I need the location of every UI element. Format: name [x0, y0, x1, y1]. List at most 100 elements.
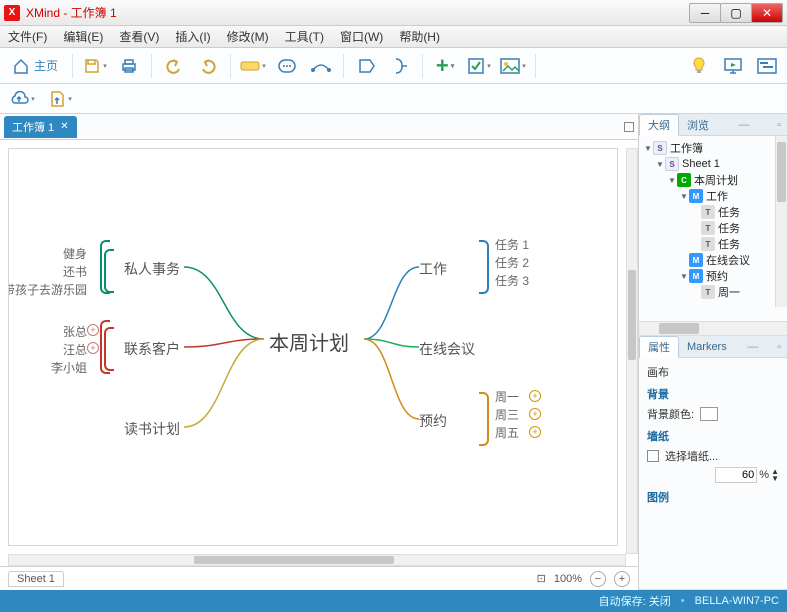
tree-twisty-icon[interactable]: ▼ [679, 192, 689, 201]
sub-topic[interactable]: 任务 3 [495, 272, 529, 289]
sub-topic[interactable]: 还书 [63, 263, 87, 280]
main-toolbar: 主页 ▾ ▾ +▾ ▾ ▾ [0, 48, 787, 84]
expand-icon[interactable]: + [529, 426, 541, 438]
menu-item[interactable]: 文件(F) [4, 27, 51, 46]
expand-icon[interactable]: + [87, 342, 99, 354]
menu-item[interactable]: 工具(T) [281, 27, 328, 46]
zoom-in-button[interactable]: + [614, 571, 630, 587]
close-button[interactable]: ✕ [751, 3, 783, 23]
tree-twisty-icon[interactable]: ▼ [679, 272, 689, 281]
outline-tree[interactable]: ▼S工作簿▼SSheet 1▼C本周计划▼M工作T任务T任务T任务M在线会议▼M… [639, 136, 787, 321]
central-topic[interactable]: 本周计划 [269, 327, 349, 356]
zoom-fit-icon[interactable]: ⊡ [537, 572, 546, 585]
tree-row[interactable]: ▼SSheet 1 [641, 156, 785, 172]
tree-row[interactable]: ▼M工作 [641, 188, 785, 204]
wallpaper-select-label[interactable]: 选择墙纸... [665, 448, 718, 464]
maximize-button[interactable]: ▢ [720, 3, 752, 23]
menu-item[interactable]: 修改(M) [223, 27, 273, 46]
menu-item[interactable]: 插入(I) [171, 27, 214, 46]
relation-button[interactable] [307, 52, 335, 80]
tree-horizontal-scrollbar[interactable] [639, 321, 787, 335]
opacity-input[interactable] [715, 467, 757, 483]
sub-topic[interactable]: 带孩子去游乐园 [8, 281, 87, 298]
home-button[interactable]: 主页 [6, 52, 64, 80]
menu-item[interactable]: 窗口(W) [336, 27, 387, 46]
main-topic[interactable]: 在线会议 [419, 339, 475, 359]
mindmap-canvas[interactable]: 本周计划私人事务联系客户读书计划健身还书带孩子去游乐园+张总+汪总李小姐工作任务… [8, 148, 618, 546]
horizontal-scrollbar[interactable] [8, 554, 626, 566]
expand-icon[interactable]: + [87, 324, 99, 336]
panel-collapse-icon[interactable]: — [733, 119, 756, 131]
note-button[interactable] [273, 52, 301, 80]
export-button[interactable]: ▾ [46, 85, 74, 113]
browse-tab[interactable]: 浏览 [679, 115, 717, 135]
sub-topic[interactable]: 张总 [63, 323, 87, 340]
tree-node-icon: S [653, 141, 667, 155]
tree-row[interactable]: T任务 [641, 236, 785, 252]
sub-topic[interactable]: 周五 [495, 424, 519, 441]
sheet-tab[interactable]: Sheet 1 [8, 571, 64, 587]
wallpaper-checkbox[interactable] [647, 450, 659, 462]
sub-topic[interactable]: 周一 [495, 388, 519, 405]
tree-node-icon: M [689, 269, 703, 283]
tree-row[interactable]: ▼C本周计划 [641, 172, 785, 188]
panel-restore-icon[interactable]: ▫ [771, 119, 787, 131]
zoom-out-button[interactable]: − [590, 571, 606, 587]
panel-restore-icon[interactable]: ▫ [771, 341, 787, 353]
summary-button[interactable] [386, 52, 414, 80]
sub-topic[interactable]: 任务 2 [495, 254, 529, 271]
gantt-button[interactable] [753, 52, 781, 80]
menu-item[interactable]: 查看(V) [115, 27, 163, 46]
sub-topic[interactable]: 任务 1 [495, 236, 529, 253]
opacity-stepper[interactable]: ▲▼ [771, 468, 779, 482]
tab-maximize-icon[interactable] [624, 122, 634, 132]
main-topic[interactable]: 私人事务 [124, 259, 180, 279]
presentation-button[interactable] [719, 52, 747, 80]
sub-topic[interactable]: 周三 [495, 406, 519, 423]
task-button[interactable]: ▾ [465, 52, 493, 80]
insert-button[interactable]: +▾ [431, 52, 459, 80]
boundary-button[interactable] [352, 52, 380, 80]
tree-vertical-scrollbar[interactable] [775, 136, 787, 307]
main-topic[interactable]: 工作 [419, 259, 447, 279]
main-topic[interactable]: 读书计划 [124, 419, 180, 439]
tree-row[interactable]: T任务 [641, 220, 785, 236]
vertical-scrollbar[interactable] [626, 148, 638, 554]
tree-twisty-icon[interactable]: ▼ [667, 176, 677, 185]
sub-topic[interactable]: 汪总 [63, 341, 87, 358]
main-topic[interactable]: 预约 [419, 411, 447, 431]
save-button[interactable]: ▾ [81, 52, 109, 80]
tree-node-label: Sheet 1 [682, 158, 720, 170]
markers-tab[interactable]: Markers [679, 339, 735, 355]
tree-node-icon: T [701, 285, 715, 299]
expand-icon[interactable]: + [529, 390, 541, 402]
print-button[interactable] [115, 52, 143, 80]
image-button[interactable]: ▾ [499, 52, 527, 80]
main-topic[interactable]: 联系客户 [124, 339, 180, 359]
tree-row[interactable]: ▼S工作簿 [641, 140, 785, 156]
tree-row[interactable]: M在线会议 [641, 252, 785, 268]
upload-button[interactable]: ▾ [8, 85, 36, 113]
redo-button[interactable] [194, 52, 222, 80]
tree-twisty-icon[interactable]: ▼ [643, 144, 653, 153]
menu-item[interactable]: 帮助(H) [395, 27, 444, 46]
document-tab[interactable]: 工作簿 1 ✕ [4, 116, 77, 138]
tree-twisty-icon[interactable]: ▼ [655, 160, 665, 169]
panel-collapse-icon[interactable]: — [741, 341, 764, 353]
home-label: 主页 [34, 57, 58, 74]
tree-row[interactable]: T任务 [641, 204, 785, 220]
minimize-button[interactable]: ─ [689, 3, 721, 23]
tree-row[interactable]: T周一 [641, 284, 785, 300]
expand-icon[interactable]: + [529, 408, 541, 420]
idea-button[interactable] [685, 52, 713, 80]
properties-tab[interactable]: 属性 [639, 336, 679, 358]
bg-color-swatch[interactable] [700, 407, 718, 421]
tab-close-icon[interactable]: ✕ [60, 121, 68, 132]
menu-item[interactable]: 编辑(E) [59, 27, 107, 46]
tree-row[interactable]: ▼M预约 [641, 268, 785, 284]
sub-topic[interactable]: 健身 [63, 245, 87, 262]
outline-tab[interactable]: 大纲 [639, 114, 679, 136]
sub-topic[interactable]: 李小姐 [51, 359, 87, 376]
topic-button[interactable]: ▾ [239, 52, 267, 80]
undo-button[interactable] [160, 52, 188, 80]
